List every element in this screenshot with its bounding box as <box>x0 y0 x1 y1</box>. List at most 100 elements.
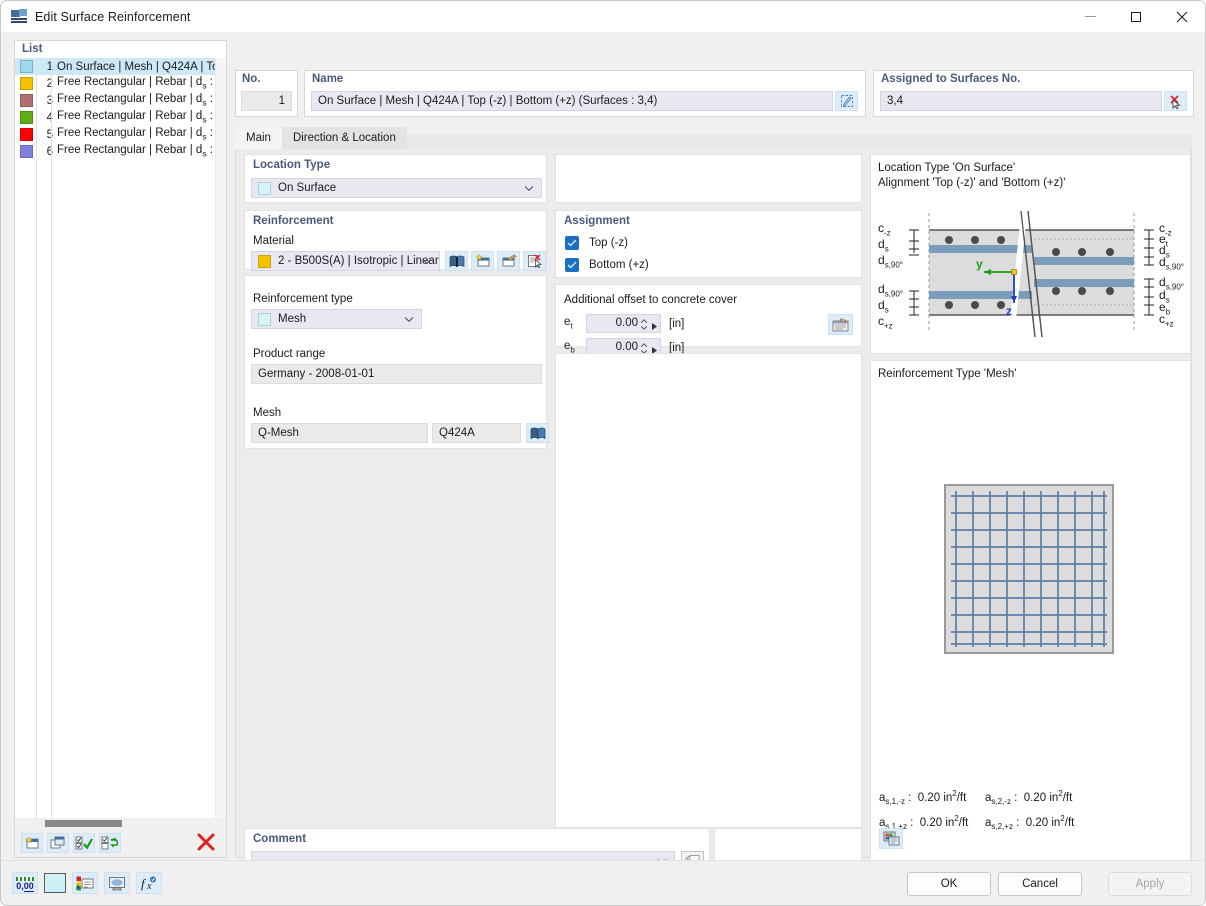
maximize-icon[interactable] <box>1113 1 1159 32</box>
cancel-button[interactable]: Cancel <box>998 872 1082 896</box>
new-material-icon[interactable] <box>471 251 494 271</box>
location-type-swatch <box>258 182 271 195</box>
bottom-checkbox[interactable] <box>565 258 579 272</box>
svg-text:A: A <box>76 885 80 891</box>
comment-title: Comment <box>245 829 709 845</box>
spinner-more-icon[interactable] <box>651 320 658 337</box>
offset-row-et: et 0.00 [in] <box>564 314 684 333</box>
list-item-label: Free Rectangular | Rebar | ds : 0.39 in … <box>57 127 215 141</box>
svg-text:z: z <box>1006 304 1012 318</box>
label-c-plus-z-left: c+z <box>878 314 893 330</box>
offset-et-input[interactable]: 0.00 <box>586 314 661 333</box>
offset-eb-value: 0.00 <box>616 341 638 353</box>
material-library-icon[interactable] <box>445 251 468 271</box>
offset-et-value: 0.00 <box>616 317 638 329</box>
formula-icon[interactable]: f x <box>136 872 162 894</box>
copy-item-button[interactable] <box>47 833 69 853</box>
offset-eb-unit: [in] <box>669 342 684 354</box>
result-as2-plus-z: as,2,+z : 0.20 in2/ft <box>985 810 1074 835</box>
reinforcement-details-card: Reinforcement type Mesh Product range Ge… <box>244 275 547 449</box>
color-swatch-icon[interactable] <box>44 873 66 893</box>
list-item-label: Free Rectangular | Rebar | ds : 0.39 in … <box>57 144 215 158</box>
render-settings-icon[interactable] <box>104 872 130 894</box>
apply-button[interactable]: Apply <box>1108 872 1192 896</box>
chevron-down-icon <box>404 314 414 326</box>
name-field-box: Name On Surface | Mesh | Q424A | Top (-z… <box>304 70 866 117</box>
pick-material-icon[interactable] <box>523 251 546 271</box>
select-all-button[interactable] <box>73 833 95 853</box>
window-controls <box>1067 1 1205 32</box>
mesh-grid-preview <box>944 484 1114 654</box>
assignment-top-row[interactable]: Top (-z) <box>565 236 628 250</box>
tab-content-main: Location Type On Surface Reinforcement M… <box>235 149 1192 858</box>
name-label: Name <box>305 71 865 85</box>
mesh-library-icon[interactable] <box>526 423 549 443</box>
ok-button[interactable]: OK <box>907 872 991 896</box>
bottom-toolbar: 0,00 A <box>12 872 162 894</box>
svg-text:y: y <box>976 257 983 271</box>
list-item-label: Free Rectangular | Rebar | ds : 0.39 in … <box>57 76 215 90</box>
list-toolbar <box>15 829 226 857</box>
offset-table-icon[interactable] <box>828 314 853 335</box>
tab-direction-location[interactable]: Direction & Location <box>282 127 407 149</box>
app-icon <box>11 9 27 25</box>
number-label: No. <box>236 71 297 85</box>
offset-card: Additional offset to concrete cover et 0… <box>555 284 862 347</box>
name-input[interactable]: On Surface | Mesh | Q424A | Top (-z) | B… <box>311 91 833 111</box>
location-type-combo[interactable]: On Surface <box>251 178 542 198</box>
tab-main[interactable]: Main <box>235 127 282 149</box>
list-item[interactable]: 3Free Rectangular | Rebar | ds : 0.39 in… <box>15 92 215 109</box>
assigned-label: Assigned to Surfaces No. <box>874 71 1193 85</box>
number-value: 1 <box>241 91 292 111</box>
reinforcement-section-diagram: y z <box>871 205 1192 350</box>
decimal-places-icon[interactable]: 0,00 <box>12 872 38 894</box>
list-item[interactable]: 4Free Rectangular | Rebar | ds : 0.39 in… <box>15 109 215 126</box>
close-icon[interactable] <box>1159 1 1205 32</box>
location-type-card: Location Type On Surface <box>244 154 547 203</box>
delete-item-button[interactable] <box>197 833 215 854</box>
mesh-grid-svg <box>946 486 1112 652</box>
dialog-body: List 1On Surface | Mesh | Q424A | Top (-… <box>1 32 1205 905</box>
export-image-icon[interactable] <box>879 828 903 849</box>
list-horizontal-scrollbar[interactable] <box>15 818 226 829</box>
location-type-title: Location Type <box>245 155 546 171</box>
edit-surface-reinforcement-dialog: Edit Surface Reinforcement List 1On Surf… <box>0 0 1206 906</box>
edit-name-icon[interactable] <box>835 91 858 111</box>
pick-surfaces-icon[interactable] <box>1164 91 1187 111</box>
assignment-card: Assignment Top (-z) Bottom (+z) <box>555 210 862 278</box>
minimize-icon[interactable] <box>1067 1 1113 32</box>
mesh-label: Mesh <box>253 407 281 419</box>
mesh-kind-value: Q-Mesh <box>251 423 428 443</box>
material-value: 2 - B500S(A) | Isotropic | Linear ... <box>278 255 439 267</box>
assignment-bottom-row[interactable]: Bottom (+z) <box>565 258 649 272</box>
reinforcement-title: Reinforcement <box>245 211 546 227</box>
list-item[interactable]: 6Free Rectangular | Rebar | ds : 0.39 in… <box>15 143 215 160</box>
svg-text:x: x <box>146 881 152 891</box>
list-vertical-scrollbar[interactable] <box>215 58 226 818</box>
display-properties-icon[interactable]: A <box>72 872 98 894</box>
edit-material-icon[interactable] <box>497 251 520 271</box>
list-scroll-area[interactable]: 1On Surface | Mesh | Q424A | Top (-z) | … <box>15 58 226 818</box>
material-combo[interactable]: 2 - B500S(A) | Isotropic | Linear ... <box>251 251 440 271</box>
scrollbar-thumb[interactable] <box>45 820 122 827</box>
list-item[interactable]: 5Free Rectangular | Rebar | ds : 0.39 in… <box>15 126 215 143</box>
reinforcement-material-card: Reinforcement Material 2 - B500S(A) | Is… <box>244 210 547 270</box>
spinner-updown-icon[interactable] <box>640 317 648 332</box>
reinforcement-type-combo[interactable]: Mesh <box>251 309 422 329</box>
top-checkbox[interactable] <box>565 236 579 250</box>
reinforcement-list-panel: List 1On Surface | Mesh | Q424A | Top (-… <box>14 40 227 858</box>
label-ds-left-top: ds <box>878 237 889 253</box>
preview-mesh-panel: Reinforcement Type 'Mesh' <box>870 360 1191 876</box>
list-item[interactable]: 1On Surface | Mesh | Q424A | Top (-z) | <box>15 58 215 75</box>
assigned-input[interactable]: 3,4 <box>880 91 1162 111</box>
list-item[interactable]: 2Free Rectangular | Rebar | ds : 0.39 in… <box>15 75 215 92</box>
list-item-color-swatch <box>20 111 33 124</box>
list-rows: 1On Surface | Mesh | Q424A | Top (-z) | … <box>15 58 215 818</box>
invert-selection-button[interactable] <box>99 833 121 853</box>
reinforcement-type-value: Mesh <box>278 313 306 325</box>
tab-strip: Main Direction & Location <box>235 127 1192 149</box>
new-item-button[interactable] <box>21 833 43 853</box>
preview-caption-line2: Alignment 'Top (-z)' and 'Bottom (+z)' <box>871 176 1190 191</box>
preview-caption-line1: Location Type 'On Surface' <box>871 155 1190 176</box>
list-item-color-swatch <box>20 128 33 141</box>
